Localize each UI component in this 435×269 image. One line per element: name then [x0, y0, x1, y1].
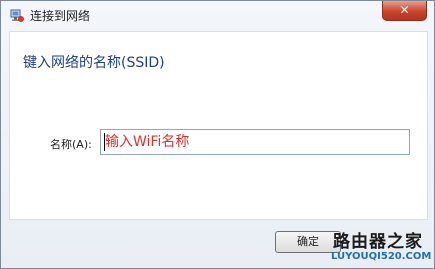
- dialog-content: 键入网络的名称(SSID) 名称(A):: [9, 31, 428, 220]
- connect-network-dialog: 连接到网络 ✕ 键入网络的名称(SSID) 名称(A): 确定 路由器之家 LU…: [0, 0, 435, 269]
- name-label: 名称(A):: [50, 138, 92, 151]
- watermark-sub-text: LUYOUQI520.COM: [331, 251, 432, 262]
- window-title: 连接到网络: [30, 9, 91, 23]
- text-caret: [104, 133, 105, 151]
- close-button[interactable]: ✕: [382, 1, 427, 21]
- watermark-logo: 路由器之家 LUYOUQI520.COM: [331, 227, 433, 265]
- watermark-main-text: 路由器之家: [333, 232, 423, 252]
- ssid-name-input[interactable]: [100, 129, 410, 155]
- dialog-footer: 确定 路由器之家 LUYOUQI520.COM: [1, 219, 434, 268]
- network-monitor-icon: [10, 9, 24, 22]
- page-title: 键入网络的名称(SSID): [23, 55, 165, 71]
- title-bar[interactable]: 连接到网络 ✕: [1, 1, 434, 31]
